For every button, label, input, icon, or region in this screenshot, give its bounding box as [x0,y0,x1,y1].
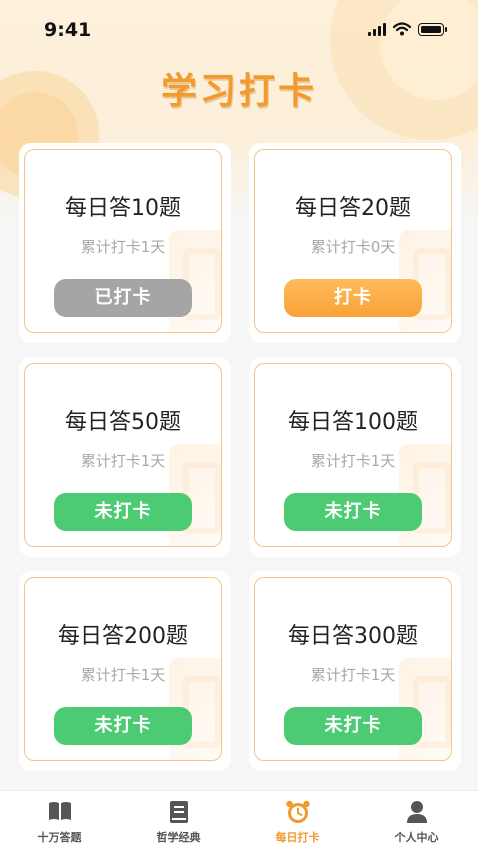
page-title: 学习打卡 [160,71,317,112]
not-checked-in-button[interactable]: 未打卡 [284,493,422,531]
checkin-card: 每日答50题 累计打卡1天 未打卡 [19,357,231,557]
checkin-card: 每日答10题 累计打卡1天 已打卡 [19,143,231,343]
checkin-card: 每日答300题 累计打卡1天 未打卡 [249,571,461,771]
status-icons [368,22,447,36]
checkin-card: 每日答100题 累计打卡1天 未打卡 [249,357,461,557]
not-checked-in-button[interactable]: 未打卡 [54,707,192,745]
open-book-icon [48,802,71,820]
bottom-tab-bar: 十万答题 哲学经典 每日打卡 个人中心 [0,790,478,851]
card-streak: 累计打卡1天 [80,238,166,256]
tab-label: 十万答题 [37,831,82,844]
book-icon [169,801,188,823]
card-streak: 累计打卡1天 [310,452,396,470]
checkin-card: 每日答200题 累计打卡1天 未打卡 [19,571,231,771]
checkin-card: 每日答20题 累计打卡0天 打卡 [249,143,461,343]
tab-label: 每日打卡 [275,831,320,844]
not-checked-in-button[interactable]: 未打卡 [284,707,422,745]
status-bar: 9:41 [0,0,478,58]
status-time: 9:41 [44,19,92,41]
card-streak: 累计打卡1天 [80,666,166,684]
card-frame: 每日答10题 累计打卡1天 已打卡 [24,149,222,333]
card-frame: 每日答300题 累计打卡1天 未打卡 [254,577,452,761]
tab-philosophy-classics[interactable]: 哲学经典 [119,791,238,851]
tab-daily-checkin[interactable]: 每日打卡 [238,791,357,851]
card-title: 每日答200题 [58,624,188,649]
tab-profile[interactable]: 个人中心 [357,791,476,851]
battery-icon [418,22,447,36]
wifi-icon [393,22,411,36]
card-frame: 每日答200题 累计打卡1天 未打卡 [24,577,222,761]
alarm-clock-icon [285,800,310,823]
card-frame: 每日答50题 累计打卡1天 未打卡 [24,363,222,547]
tab-label: 哲学经典 [156,831,201,844]
card-frame: 每日答20题 累计打卡0天 打卡 [254,149,452,333]
tab-quiz[interactable]: 十万答题 [0,791,119,851]
card-streak: 累计打卡0天 [310,238,396,256]
cellular-signal-icon [368,22,386,36]
card-title: 每日答50题 [65,410,181,435]
checkin-button[interactable]: 打卡 [284,279,422,317]
not-checked-in-button[interactable]: 未打卡 [54,493,192,531]
card-streak: 累计打卡1天 [80,452,166,470]
person-icon [406,801,427,823]
checked-in-button[interactable]: 已打卡 [54,279,192,317]
card-title: 每日答10题 [65,196,181,221]
tab-label: 个人中心 [394,831,439,844]
card-streak: 累计打卡1天 [310,666,396,684]
card-title: 每日答100题 [288,410,418,435]
card-title: 每日答300题 [288,624,418,649]
card-title: 每日答20题 [295,196,411,221]
card-frame: 每日答100题 累计打卡1天 未打卡 [254,363,452,547]
